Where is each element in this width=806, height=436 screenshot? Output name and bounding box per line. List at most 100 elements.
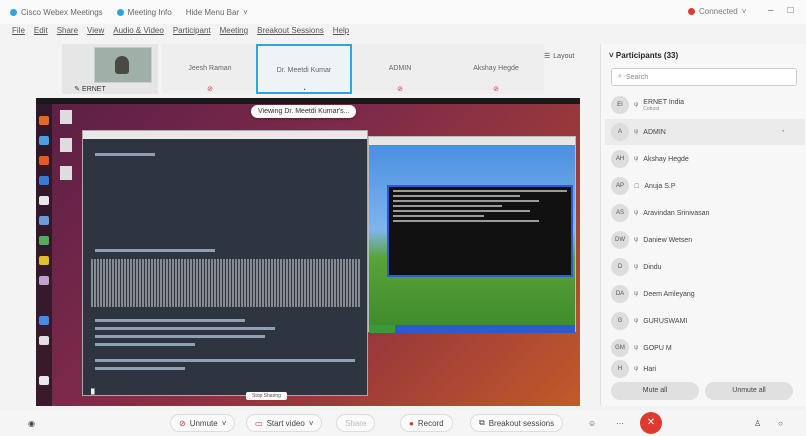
- more-options-button[interactable]: ···: [608, 414, 632, 432]
- menu-bar: File Edit Share View Audio & Video Parti…: [0, 26, 600, 40]
- end-call-button[interactable]: ✕: [640, 412, 662, 434]
- participant-row[interactable]: DA ψ Deem Amleyang: [605, 281, 805, 307]
- participant-row[interactable]: EI ψ ERNET India Cohost: [605, 92, 805, 118]
- search-icon: ⌕: [618, 73, 622, 80]
- participant-thumbnail[interactable]: Jeesh Raman ⊘: [162, 44, 258, 94]
- terminal-window[interactable]: █: [82, 130, 368, 396]
- mic-icon: ψ: [634, 345, 639, 351]
- thumbnail-label: ✎ ERNET: [74, 86, 106, 93]
- remote-topbar: [36, 98, 580, 104]
- participant-row[interactable]: DW ψ Daniew Wetsen: [605, 227, 805, 253]
- participant-row[interactable]: G ψ GURUSWAMI: [605, 308, 805, 334]
- mute-all-button[interactable]: Mute all: [611, 382, 699, 400]
- terminal-line: [95, 343, 195, 346]
- audio-level-button[interactable]: ◉: [20, 414, 43, 432]
- terminal-prompt: █: [91, 389, 95, 395]
- menu-meeting[interactable]: Meeting: [220, 26, 248, 40]
- dock-app-icon: [39, 156, 49, 165]
- vm-start-button[interactable]: [369, 325, 395, 333]
- menu-edit[interactable]: Edit: [34, 26, 48, 40]
- participant-row[interactable]: D ψ Dindu: [605, 254, 805, 280]
- command-prompt-window[interactable]: [387, 185, 573, 277]
- audio-icon: ◔: [781, 129, 785, 135]
- mic-icon: ψ: [634, 264, 639, 270]
- mic-icon: ψ: [634, 156, 639, 162]
- layout-button[interactable]: ☰ Layout: [544, 52, 574, 61]
- vm-desktop: [369, 145, 575, 333]
- avatar: DW: [611, 231, 629, 249]
- breakout-sessions-button[interactable]: ⧉ Breakout sessions: [470, 414, 564, 432]
- minimize-button[interactable]: –: [768, 5, 774, 16]
- person-icon: ♙: [754, 418, 762, 428]
- participant-row[interactable]: A ψ ADMIN ◔: [605, 119, 805, 145]
- participant-name: Deem Amleyang: [643, 290, 695, 298]
- menu-help[interactable]: Help: [333, 26, 349, 40]
- speaker-icon: ◉: [28, 418, 35, 428]
- menu-file[interactable]: File: [12, 26, 25, 40]
- participant-thumbnail[interactable]: ADMIN ⊘: [352, 44, 448, 94]
- meeting-controls: ◉ ⊘ Unmute ˅ ▭ Start video ˅ Share ● Rec…: [0, 410, 806, 436]
- participant-name: Akshay Hegde: [643, 155, 689, 163]
- unmute-all-button[interactable]: Unmute all: [705, 382, 793, 400]
- participant-name: Hari: [643, 365, 657, 373]
- maximize-button[interactable]: □: [788, 5, 794, 16]
- avatar: AS: [611, 204, 629, 222]
- mic-icon: ψ: [634, 366, 639, 372]
- sharing-control-bar[interactable]: Stop Sharing: [246, 392, 287, 400]
- avatar: EI: [611, 96, 629, 114]
- share-button[interactable]: Share: [336, 414, 376, 432]
- avatar: AH: [611, 150, 629, 168]
- active-speaker-thumbnail[interactable]: Dr. Meetdi Kumar ◔: [256, 44, 352, 94]
- shared-screen[interactable]: █ Viewing Dr. Meetdi Kumar's... Stop Sha…: [36, 98, 580, 406]
- start-video-button[interactable]: ▭ Start video ˅: [246, 414, 323, 432]
- smiley-icon: ☺: [588, 418, 597, 428]
- avatar: H: [611, 360, 629, 378]
- participant-row[interactable]: AS ψ Aravindan Srinivasan: [605, 200, 805, 226]
- audio-icon: ◔: [301, 87, 307, 94]
- virtual-machine-window[interactable]: [368, 136, 576, 333]
- terminal-line: [95, 249, 215, 252]
- menu-participant[interactable]: Participant: [173, 26, 211, 40]
- record-button[interactable]: ● Record: [400, 414, 453, 432]
- dock-app-icon: [39, 216, 49, 225]
- menu-view[interactable]: View: [87, 26, 104, 40]
- cmd-line: [393, 210, 530, 212]
- participant-row[interactable]: AH ψ Akshay Hegde: [605, 146, 805, 172]
- chat-toggle-button[interactable]: ○: [770, 414, 791, 432]
- reactions-button[interactable]: ☺: [580, 414, 604, 432]
- dock-app-icon: [39, 336, 49, 345]
- vm-taskbar: [369, 325, 575, 333]
- ascii-banner: [91, 259, 361, 307]
- video-thumbnail[interactable]: ✎ ERNET: [62, 44, 158, 94]
- cmd-line: [393, 220, 539, 222]
- connection-status[interactable]: Connected ˅: [688, 7, 746, 16]
- menu-share[interactable]: Share: [57, 26, 78, 40]
- meeting-info-button[interactable]: Meeting Info: [116, 8, 172, 17]
- video-off-icon: ▭: [255, 418, 263, 428]
- avatar: GM: [611, 339, 629, 357]
- unmute-button[interactable]: ⊘ Unmute ˅: [170, 414, 236, 432]
- hide-menu-bar-button[interactable]: Hide Menu Bar ˅: [186, 8, 248, 17]
- menu-audio-video[interactable]: Audio & Video: [113, 26, 164, 40]
- dock-app-icon: [39, 136, 49, 145]
- dock-app-icon: [39, 316, 49, 325]
- terminal-line: [95, 335, 265, 338]
- participant-row[interactable]: AP ☐ Anuja S.P: [605, 173, 805, 199]
- chevron-down-icon: ˅: [221, 418, 227, 428]
- participant-name: GOPU M: [643, 344, 672, 352]
- participants-toggle-button[interactable]: ♙: [746, 414, 769, 432]
- collapse-chevron-icon[interactable]: ˅: [609, 51, 614, 60]
- terminal-line: [95, 327, 275, 330]
- avatar: G: [611, 312, 629, 330]
- participant-row[interactable]: H ψ Hari: [605, 358, 805, 380]
- participant-search-input[interactable]: ⌕ Search: [611, 68, 797, 86]
- cmd-line: [393, 205, 503, 207]
- menu-breakout[interactable]: Breakout Sessions: [257, 26, 324, 40]
- title-bar: Cisco Webex Meetings Meeting Info Hide M…: [0, 0, 806, 24]
- avatar: AP: [611, 177, 629, 195]
- participant-name: Aravindan Srinivasan: [643, 209, 710, 217]
- mic-icon: ψ: [634, 129, 639, 135]
- participant-thumbnail[interactable]: Akshay Hegde ⊘: [448, 44, 544, 94]
- close-icon: ✕: [646, 417, 656, 428]
- app-title: Cisco Webex Meetings: [10, 8, 103, 17]
